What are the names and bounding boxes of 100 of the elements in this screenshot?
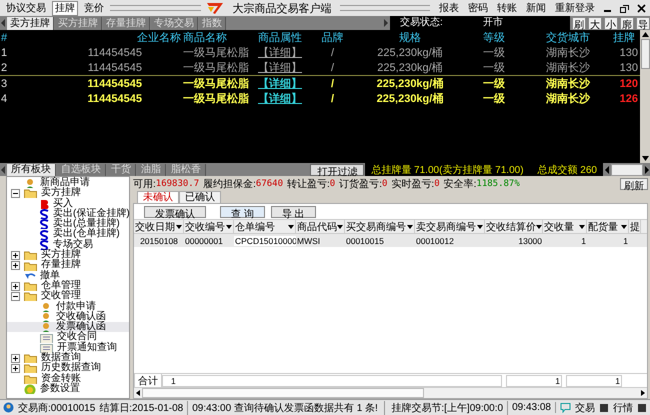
tree-item[interactable]: 卖方挂牌 bbox=[41, 188, 81, 199]
board-tab[interactable]: 所有板块 bbox=[7, 164, 56, 176]
table-cell-text: 00000001 bbox=[184, 236, 224, 246]
dropdown-icon[interactable] bbox=[176, 224, 182, 228]
toolbar-link[interactable]: 转账 bbox=[497, 1, 517, 15]
dropdown-icon[interactable] bbox=[226, 224, 232, 228]
menu-tab[interactable]: 挂牌 bbox=[52, 0, 78, 16]
toolbar-link[interactable]: 新闻 bbox=[526, 1, 546, 15]
dropdown-icon[interactable] bbox=[579, 224, 585, 228]
column-header[interactable]: 交货城市 bbox=[523, 30, 613, 45]
table-cell-text: 湖南长沙 bbox=[545, 76, 592, 91]
table-cell-text: 114454545 bbox=[86, 78, 143, 90]
column-header[interactable]: 交收日期 bbox=[134, 220, 184, 233]
action-button[interactable]: 查 询 bbox=[220, 206, 265, 218]
toolbar-link[interactable]: 密码 bbox=[468, 1, 488, 15]
scroll-left-icon[interactable] bbox=[134, 389, 142, 397]
expander-icon[interactable] bbox=[11, 354, 20, 363]
account-value: 0 bbox=[382, 178, 388, 188]
column-header[interactable]: 交收量 bbox=[543, 220, 587, 233]
column-header[interactable]: 仓单编号 bbox=[234, 220, 296, 233]
dropdown-icon[interactable] bbox=[621, 224, 627, 228]
table-cell-text: 4 bbox=[0, 92, 8, 104]
column-header[interactable]: 企业名称 bbox=[14, 30, 182, 45]
expander-icon[interactable] bbox=[11, 250, 20, 260]
trade-link[interactable]: 交易 bbox=[575, 400, 595, 414]
folder-icon bbox=[24, 291, 37, 302]
toolbar-link[interactable]: 报表 bbox=[439, 1, 459, 15]
column-header[interactable]: 品牌 bbox=[310, 30, 355, 45]
folder-icon bbox=[24, 188, 37, 198]
column-header[interactable]: 买交易商编号 bbox=[345, 220, 415, 233]
status-tab[interactable]: 未确认 bbox=[137, 191, 179, 203]
column-header[interactable]: 交收结算价 bbox=[485, 220, 543, 233]
folder-icon bbox=[24, 250, 37, 260]
column-header[interactable]: 配货量 bbox=[587, 220, 629, 233]
column-header[interactable]: 商品代码 bbox=[296, 220, 345, 233]
toolbar-link[interactable]: 重新登录 bbox=[555, 1, 595, 15]
dropdown-icon[interactable] bbox=[477, 224, 483, 228]
tree-item[interactable]: 付款申请 bbox=[56, 302, 96, 312]
table-cell-text: 225,230kg/桶 bbox=[376, 46, 444, 60]
tree-item[interactable]: 仓单管理 bbox=[41, 280, 81, 292]
detail-link[interactable]: 【详细】 bbox=[250, 76, 310, 91]
detail-link[interactable]: 【详细】 bbox=[250, 60, 310, 75]
expander-icon[interactable] bbox=[11, 292, 20, 301]
tree-item[interactable]: 历史数据查询 bbox=[41, 363, 101, 374]
scrollbar[interactable] bbox=[611, 164, 643, 176]
scrollbar[interactable] bbox=[640, 30, 650, 163]
column-header[interactable]: 商品属性 bbox=[250, 30, 310, 45]
menu-tab[interactable]: 协议交易 bbox=[4, 2, 48, 14]
action-button[interactable]: 发票确认 bbox=[144, 206, 206, 218]
tree-item[interactable]: 卖出(仓单挂牌) bbox=[53, 229, 120, 240]
view-button[interactable]: 廓 bbox=[620, 16, 634, 30]
expander-icon[interactable] bbox=[11, 188, 20, 198]
dropdown-icon[interactable] bbox=[407, 224, 413, 228]
tree-item[interactable]: 资金转账 bbox=[41, 374, 81, 384]
table-cell: 1 bbox=[506, 374, 562, 386]
view-button[interactable]: 大 bbox=[588, 16, 602, 30]
menu-tab[interactable]: 竞价 bbox=[82, 2, 106, 14]
detail-link[interactable]: 【详细】 bbox=[250, 45, 310, 60]
trader-id: 交易商:00010015 bbox=[18, 402, 96, 414]
tree-item[interactable]: 撤单 bbox=[40, 270, 60, 281]
person-icon bbox=[24, 178, 36, 188]
refresh-button[interactable]: 刷新 bbox=[620, 178, 648, 190]
column-header[interactable]: 商品名称 bbox=[182, 30, 250, 45]
tree-item[interactable]: 数据查询 bbox=[41, 353, 81, 364]
quote-link[interactable]: 行情 bbox=[613, 400, 633, 414]
tree-item[interactable]: 买入 bbox=[53, 198, 73, 209]
expander-icon[interactable] bbox=[11, 261, 20, 270]
close-icon[interactable] bbox=[637, 4, 646, 12]
scroll-right-icon[interactable] bbox=[639, 389, 647, 397]
detail-link[interactable]: 【详细】 bbox=[250, 91, 310, 106]
filter-button[interactable]: 打开过滤 bbox=[310, 164, 364, 176]
account-label: 可用: bbox=[133, 178, 156, 190]
tree-item[interactable]: 交收合同 bbox=[57, 332, 97, 343]
column-header[interactable]: # bbox=[0, 32, 14, 44]
expander-icon[interactable] bbox=[11, 282, 20, 291]
table-cell-text: 13000 bbox=[517, 236, 543, 246]
expander-icon[interactable] bbox=[11, 364, 20, 373]
view-button[interactable]: 刷 bbox=[572, 16, 586, 30]
dropdown-icon[interactable] bbox=[536, 224, 542, 228]
column-header[interactable]: 卖交易商编号 bbox=[415, 220, 485, 233]
tree-item[interactable]: 存量挂牌 bbox=[41, 260, 81, 271]
restore-icon[interactable] bbox=[620, 4, 629, 12]
dropdown-icon[interactable] bbox=[288, 224, 294, 228]
scrollbar-thumb[interactable] bbox=[640, 39, 650, 69]
column-header[interactable]: 交收编号 bbox=[184, 220, 234, 233]
column-header[interactable]: 等级 bbox=[465, 30, 523, 45]
tree-item[interactable]: 交收管理 bbox=[41, 291, 81, 302]
view-button[interactable]: 导 bbox=[636, 16, 650, 30]
view-button[interactable]: 小 bbox=[604, 16, 618, 30]
table-cell-text: 一级马尾松脂 bbox=[182, 92, 250, 106]
tree-item[interactable]: 参数设置 bbox=[40, 384, 80, 394]
status-tab[interactable]: 已确认 bbox=[179, 191, 221, 203]
column-header[interactable]: 提 bbox=[629, 220, 641, 233]
scrollbar[interactable] bbox=[134, 387, 647, 398]
tree-item[interactable]: 交收确认函 bbox=[56, 312, 106, 322]
column-header[interactable]: 挂牌 bbox=[613, 30, 639, 45]
market-tab[interactable]: 卖方挂牌 bbox=[7, 16, 54, 30]
column-header[interactable]: 规格 bbox=[355, 30, 465, 45]
dropdown-icon[interactable] bbox=[337, 224, 343, 228]
action-button[interactable]: 导 出 bbox=[270, 206, 316, 218]
